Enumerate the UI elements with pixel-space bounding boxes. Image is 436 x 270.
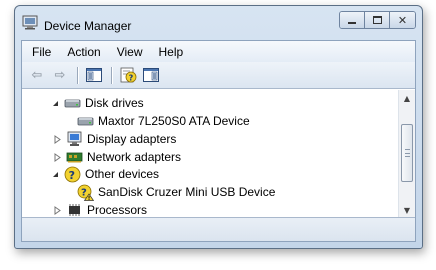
show-hide-console-tree-icon bbox=[86, 68, 102, 82]
properties-help-icon: ? bbox=[120, 67, 136, 82]
tree-item-processors[interactable]: Processors bbox=[53, 201, 147, 218]
scroll-down-arrow-icon: ▼ bbox=[403, 205, 411, 215]
show-action-pane-button[interactable] bbox=[140, 64, 162, 86]
scroll-grip-icon bbox=[405, 149, 410, 157]
svg-text:?: ? bbox=[128, 73, 133, 82]
tree-item-label: Processors bbox=[87, 203, 148, 217]
tree-item-display-adapters[interactable]: Display adapters bbox=[53, 130, 176, 148]
back-arrow-icon: ⇦ bbox=[31, 67, 43, 83]
menu-action[interactable]: Action bbox=[59, 45, 108, 59]
vertical-scrollbar[interactable]: ▲ ▼ bbox=[398, 90, 415, 218]
disk-drive-icon bbox=[64, 95, 81, 111]
device-manager-window: Device Manager ✕ File Action View Help ⇦… bbox=[14, 5, 423, 249]
scroll-up-button[interactable]: ▲ bbox=[399, 90, 415, 106]
maximize-icon bbox=[372, 16, 382, 24]
display-adapter-icon bbox=[66, 131, 83, 147]
client-area: File Action View Help ⇦ ⇨ ? Disk drives … bbox=[21, 40, 416, 242]
tree-item-maxtor-disk[interactable]: Maxtor 7L250S0 ATA Device bbox=[77, 112, 250, 130]
tree-item-sandisk-device[interactable]: ? SanDisk Cruzer Mini USB Device bbox=[77, 183, 275, 201]
device-manager-icon bbox=[22, 15, 38, 30]
tree-item-label: Maxtor 7L250S0 ATA Device bbox=[98, 114, 250, 128]
expand-arrow-icon[interactable] bbox=[53, 134, 62, 144]
toolbar-separator bbox=[77, 66, 78, 84]
scroll-thumb[interactable] bbox=[401, 124, 413, 182]
menu-view[interactable]: View bbox=[109, 45, 151, 59]
tree-item-label: Other devices bbox=[85, 167, 160, 181]
scroll-up-arrow-icon: ▲ bbox=[403, 93, 411, 103]
title-bar[interactable]: Device Manager ✕ bbox=[15, 6, 422, 38]
svg-text:?: ? bbox=[81, 187, 87, 198]
menu-file[interactable]: File bbox=[24, 45, 59, 59]
show-hide-console-tree-button[interactable] bbox=[83, 64, 105, 86]
minimize-icon bbox=[348, 22, 356, 24]
toolbar-separator bbox=[111, 66, 112, 84]
hard-disk-icon bbox=[77, 113, 94, 129]
forward-arrow-icon: ⇨ bbox=[54, 67, 66, 83]
collapse-arrow-icon[interactable] bbox=[51, 170, 60, 179]
forward-button[interactable]: ⇨ bbox=[49, 64, 71, 86]
tree-item-other-devices[interactable]: ? Other devices bbox=[51, 165, 159, 183]
menu-help[interactable]: Help bbox=[151, 45, 192, 59]
processor-icon bbox=[66, 202, 83, 218]
device-tree[interactable]: Disk drives Maxtor 7L250S0 ATA Device Di… bbox=[22, 90, 415, 218]
collapse-arrow-icon[interactable] bbox=[51, 99, 60, 108]
toolbar: ⇦ ⇨ ? bbox=[22, 62, 415, 89]
tree-item-label: Display adapters bbox=[87, 132, 177, 146]
unknown-device-warning-icon: ? bbox=[77, 184, 94, 201]
network-adapter-icon bbox=[66, 149, 83, 165]
tree-item-disk-drives[interactable]: Disk drives bbox=[51, 94, 144, 112]
properties-help-button[interactable]: ? bbox=[117, 64, 139, 86]
tree-item-label: Disk drives bbox=[85, 96, 144, 110]
tree-item-network-adapters[interactable]: Network adapters bbox=[53, 148, 181, 166]
tree-item-label: Network adapters bbox=[87, 150, 182, 164]
tree-item-label: SanDisk Cruzer Mini USB Device bbox=[98, 185, 276, 199]
close-button[interactable]: ✕ bbox=[390, 12, 415, 28]
show-action-pane-icon bbox=[143, 68, 159, 82]
caption-buttons: ✕ bbox=[339, 11, 416, 29]
svg-text:?: ? bbox=[69, 169, 75, 182]
close-icon: ✕ bbox=[397, 13, 408, 27]
back-button[interactable]: ⇦ bbox=[26, 64, 48, 86]
expand-arrow-icon[interactable] bbox=[53, 205, 62, 215]
unknown-device-icon: ? bbox=[64, 166, 81, 182]
menu-bar: File Action View Help bbox=[22, 41, 415, 62]
status-bar bbox=[22, 217, 415, 241]
maximize-button[interactable] bbox=[365, 12, 390, 28]
window-title: Device Manager bbox=[44, 19, 132, 33]
scroll-down-button[interactable]: ▼ bbox=[399, 202, 415, 218]
expand-arrow-icon[interactable] bbox=[53, 152, 62, 162]
minimize-button[interactable] bbox=[340, 12, 365, 28]
